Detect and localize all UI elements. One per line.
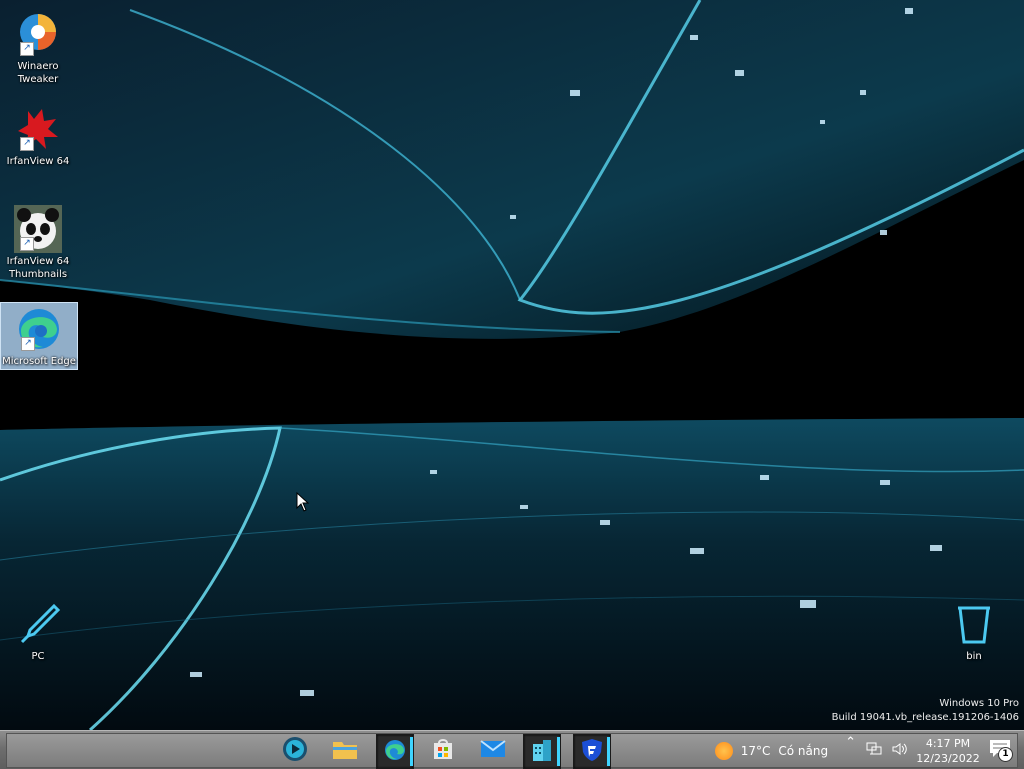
shortcut-arrow-icon: ↗ <box>20 42 34 56</box>
watermark-edition: Windows 10 Pro <box>939 698 1019 709</box>
desktop-icon-label: Winaero Tweaker <box>17 61 59 85</box>
taskbar-mail-button[interactable] <box>475 734 511 767</box>
sun-icon <box>714 741 733 760</box>
clock-date: 12/23/2022 <box>916 751 980 765</box>
panda-thumbnails-icon: ↗ <box>14 205 62 253</box>
desktop-wallpaper <box>0 0 1024 730</box>
shortcut-arrow-icon: ↗ <box>21 337 35 351</box>
store-icon <box>431 737 455 765</box>
desktop-icon-label: Microsoft Edge <box>2 356 76 367</box>
mouse-cursor-icon <box>296 491 310 516</box>
taskbar-building-app-button[interactable] <box>523 734 561 769</box>
windows-version-watermark: Windows 10 Pro Build 19041.vb_release.19… <box>832 697 1019 725</box>
desktop-icon-winaero-tweaker[interactable]: ↗ Winaero Tweaker <box>0 10 76 86</box>
edge-icon: ↗ <box>15 305 63 353</box>
desktop-icon-irfanview-64[interactable]: ↗ IrfanView 64 <box>0 105 76 168</box>
taskbar: 17°C Có nắng ⌃ 4:17 PM 12/23/2022 1 <box>0 730 1024 769</box>
desktop-icon-label: IrfanView 64 <box>6 156 70 167</box>
desktop-icon-label: bin <box>966 651 982 662</box>
watermark-build: Build 19041.vb_release.191206-1406 <box>831 712 1019 723</box>
taskbar-edge-button[interactable] <box>376 734 414 769</box>
weather-temperature: 17°C <box>740 743 771 758</box>
taskbar-file-explorer-button[interactable] <box>327 734 363 767</box>
network-icon[interactable] <box>866 742 882 760</box>
weather-widget[interactable]: 17°C Có nắng <box>714 741 829 760</box>
media-player-icon <box>282 736 308 766</box>
action-center-button[interactable]: 1 <box>983 734 1017 767</box>
taskbar-clock[interactable]: 4:17 PM 12/23/2022 <box>913 736 983 766</box>
pc-icon <box>14 600 62 648</box>
weather-description: Có nắng <box>778 743 829 758</box>
desktop-icon-microsoft-edge[interactable]: ↗ Microsoft Edge <box>0 302 78 370</box>
desktop-icon-irfanview-64-thumbnails[interactable]: ↗ IrfanView 64 Thumbnails <box>0 205 76 281</box>
shortcut-arrow-icon: ↗ <box>20 137 34 151</box>
shield-app-icon <box>581 738 603 766</box>
chevron-up-icon[interactable]: ⌃ <box>845 735 856 750</box>
desktop-icon-label: IrfanView 64 Thumbnails <box>6 256 70 280</box>
desktop-icon-label: PC <box>31 651 45 662</box>
mail-icon <box>480 739 506 763</box>
edge-icon <box>383 738 407 766</box>
taskbar-store-button[interactable] <box>425 734 461 767</box>
desktop-icon-pc[interactable]: PC <box>0 600 76 663</box>
file-explorer-icon <box>332 738 358 764</box>
recycle-bin-icon <box>950 600 998 648</box>
shortcut-arrow-icon: ↗ <box>20 237 34 251</box>
desktop-icon-recycle-bin[interactable]: bin <box>936 600 1012 663</box>
app-building-icon <box>531 738 553 766</box>
taskbar-inner: 17°C Có nắng ⌃ 4:17 PM 12/23/2022 1 <box>6 733 1018 769</box>
taskbar-media-player-button[interactable] <box>277 734 313 767</box>
clock-time: 4:17 PM <box>925 736 971 750</box>
system-tray: 17°C Có nắng ⌃ 4:17 PM 12/23/2022 1 <box>714 734 1017 767</box>
volume-icon[interactable] <box>892 742 908 760</box>
taskbar-shield-app-button[interactable] <box>573 734 611 769</box>
winaero-tweaker-icon: ↗ <box>14 10 62 58</box>
irfanview-icon: ↗ <box>14 105 62 153</box>
notification-count-badge: 1 <box>998 747 1013 762</box>
